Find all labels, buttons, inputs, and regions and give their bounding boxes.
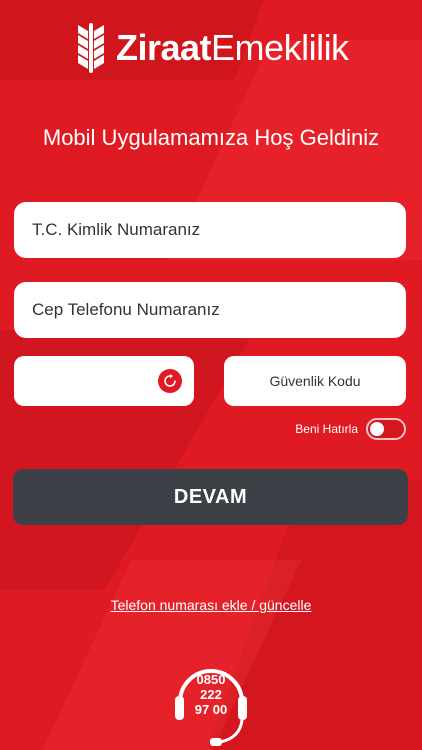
remember-me-label: Beni Hatırla — [295, 422, 358, 436]
tc-kimlik-placeholder: T.C. Kimlik Numaranız — [32, 220, 201, 239]
support-number-line1: 0850 — [196, 672, 226, 687]
phone-placeholder: Cep Telefonu Numaranız — [32, 300, 220, 319]
captcha-box — [14, 356, 194, 406]
brand-name: ZiraatEmeklilik — [116, 30, 349, 66]
continue-button-label: DEVAM — [173, 485, 248, 508]
support-number: 0850 222 97 00 — [174, 672, 248, 717]
security-code-input[interactable]: Güvenlik Kodu — [224, 356, 406, 406]
refresh-icon — [164, 374, 176, 387]
security-code-placeholder: Güvenlik Kodu — [269, 373, 361, 389]
toggle-knob — [370, 422, 384, 436]
continue-button[interactable]: DEVAM — [13, 469, 408, 525]
remember-me-toggle[interactable] — [366, 418, 406, 440]
support-number-line3: 97 00 — [194, 702, 228, 717]
wheat-icon — [78, 23, 104, 73]
remember-me: Beni Hatırla — [295, 418, 406, 440]
brand-logo: ZiraatEmeklilik — [76, 20, 349, 76]
support-call-button[interactable]: 0850 222 97 00 — [174, 658, 248, 750]
phone-input[interactable]: Cep Telefonu Numaranız — [14, 282, 406, 338]
tc-kimlik-input[interactable]: T.C. Kimlik Numaranız — [14, 202, 406, 258]
phone-update-link[interactable]: Telefon numarası ekle / güncelle — [0, 597, 422, 613]
brand-name-bold: Ziraat — [116, 27, 212, 68]
welcome-title: Mobil Uygulamamıza Hoş Geldiniz — [42, 125, 380, 150]
refresh-captcha-button[interactable] — [158, 369, 182, 393]
brand-name-regular: Emeklilik — [211, 27, 349, 68]
support-number-line2: 222 — [200, 687, 222, 702]
